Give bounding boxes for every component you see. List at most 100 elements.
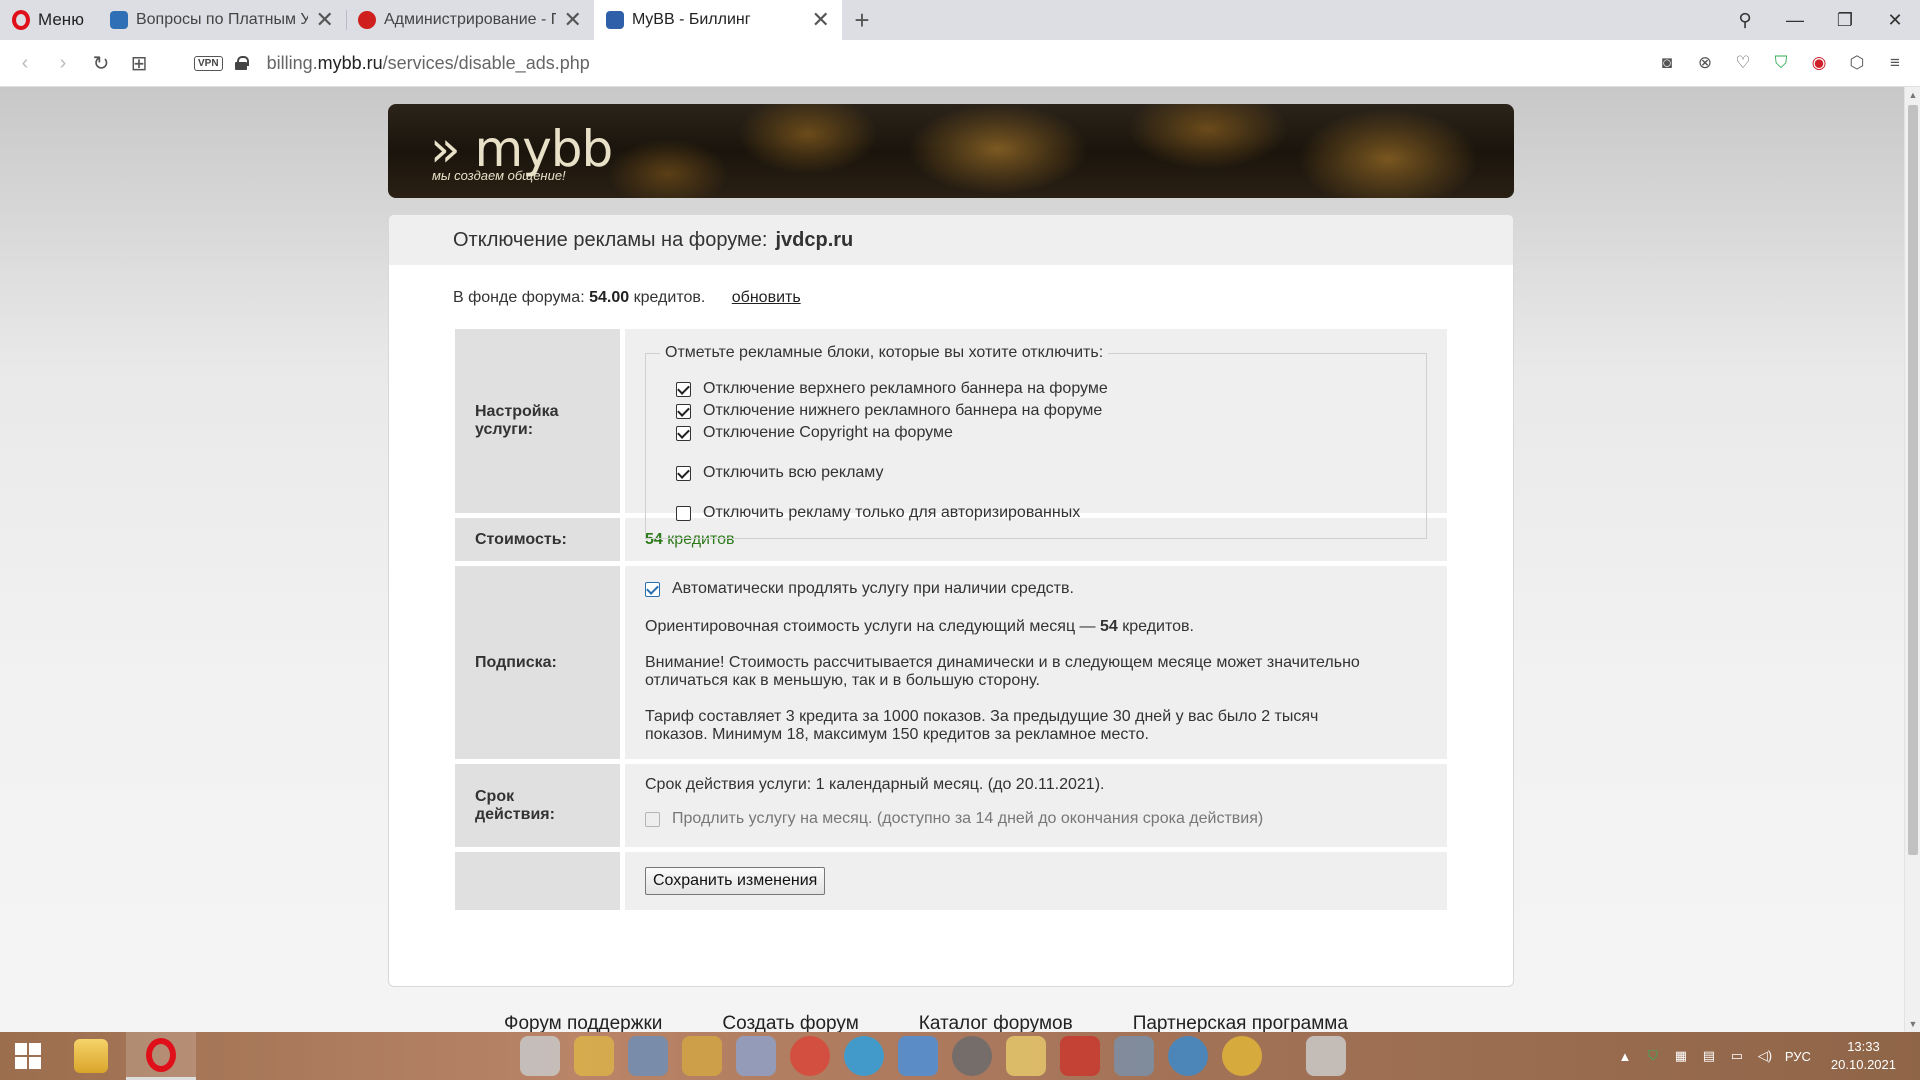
- fieldset-legend: Отметьте рекламные блоки, которые вы хот…: [660, 344, 1109, 362]
- window-close-icon[interactable]: ✕: [1870, 0, 1920, 40]
- banner-tagline: мы создаем общение!: [432, 168, 566, 183]
- search-tabs-icon[interactable]: ⚲: [1720, 0, 1770, 40]
- save-content: Сохранить изменения: [625, 852, 1447, 910]
- extension-icon[interactable]: ◉: [1808, 52, 1830, 74]
- checkbox[interactable]: [676, 403, 691, 419]
- tab-grid-icon[interactable]: ⊞: [120, 44, 158, 82]
- skype-icon[interactable]: [844, 1036, 884, 1076]
- option-disable-all[interactable]: Отключить всю рекламу: [676, 462, 1406, 484]
- dock-app-icon[interactable]: [1060, 1036, 1100, 1076]
- checkbox[interactable]: [676, 505, 691, 521]
- tab-mybb-billing[interactable]: MyBB - Биллинг ✕: [593, 0, 842, 40]
- term-label: Срок действия:: [455, 764, 620, 847]
- taskbar-app-opera[interactable]: [126, 1032, 196, 1080]
- shield-icon[interactable]: ⛉: [1770, 52, 1792, 74]
- checkbox[interactable]: [645, 811, 660, 827]
- tab-favicon-icon: [605, 11, 624, 29]
- new-tab-button[interactable]: +: [842, 0, 882, 40]
- option-copyright[interactable]: Отключение Copyright на форуме: [676, 422, 1406, 444]
- footer-link-partner[interactable]: Партнерская программа: [1133, 1013, 1348, 1032]
- opera-menu-button[interactable]: Меню: [0, 0, 98, 40]
- option-authorized-only[interactable]: Отключить рекламу только для авторизиров…: [676, 502, 1406, 524]
- settings-label: Настройка услуги:: [455, 329, 620, 513]
- footer-link-catalog[interactable]: Каталог форумов: [919, 1013, 1073, 1032]
- forum-name: jvdcp.ru: [775, 228, 854, 251]
- save-changes-button[interactable]: Сохранить изменения: [645, 867, 826, 895]
- option-bottom-banner[interactable]: Отключение нижнего рекламного баннера на…: [676, 400, 1406, 422]
- camera-icon[interactable]: ◙: [1656, 52, 1678, 74]
- tab-favicon-icon: [357, 11, 376, 29]
- url-field[interactable]: billing.mybb.ru/services/disable_ads.php: [267, 53, 590, 74]
- checkbox[interactable]: [676, 465, 691, 481]
- heart-icon[interactable]: ♡: [1732, 52, 1754, 74]
- cube-icon[interactable]: ⬡: [1846, 52, 1868, 74]
- clock[interactable]: 13:33 20.10.2021: [1831, 1038, 1896, 1074]
- tray-app-icon[interactable]: ▦: [1673, 1048, 1689, 1064]
- forward-icon[interactable]: ›: [44, 44, 82, 82]
- dock-app-icon[interactable]: [736, 1036, 776, 1076]
- tab-title: MyBB - Биллинг: [631, 11, 751, 28]
- minimize-icon[interactable]: —: [1770, 0, 1820, 40]
- scroll-down-icon[interactable]: ▼: [1905, 1016, 1920, 1032]
- tariff-text: Тариф составляет 3 кредита за 1000 показ…: [645, 708, 1319, 743]
- dock-app-icon[interactable]: [1168, 1036, 1208, 1076]
- speedometer-icon[interactable]: [952, 1036, 992, 1076]
- system-tray: ▲ ⛉ ▦ ▤ ▭ ◁) РУС 13:33 20.10.2021: [1617, 1038, 1920, 1074]
- vertical-scrollbar[interactable]: ▲ ▼: [1904, 87, 1920, 1032]
- tab-paid-services-questions[interactable]: Вопросы по Платным Усл ✕: [98, 0, 346, 40]
- save-row-label: [455, 852, 620, 910]
- back-icon[interactable]: ‹: [6, 44, 44, 82]
- ad-blocks-fieldset: Отметьте рекламные блоки, которые вы хот…: [645, 344, 1427, 539]
- footer-link-support[interactable]: Форум поддержки: [504, 1013, 662, 1032]
- reload-icon[interactable]: ↻: [82, 44, 120, 82]
- dock-app-icon[interactable]: [790, 1036, 830, 1076]
- language-indicator[interactable]: РУС: [1785, 1049, 1811, 1064]
- dock-app-icon[interactable]: [520, 1036, 560, 1076]
- row-subscription: Подписка: Автоматически продлять услугу …: [455, 566, 1447, 759]
- checkbox[interactable]: [676, 381, 691, 397]
- tab-administration[interactable]: Администрирование - Пл ✕: [345, 0, 594, 40]
- easy-setup-icon[interactable]: ≡: [1884, 52, 1906, 74]
- folder-icon[interactable]: [574, 1036, 614, 1076]
- lock-icon[interactable]: [234, 56, 249, 70]
- shield-icon[interactable]: ⛉: [1645, 1048, 1661, 1064]
- chevron-up-icon[interactable]: ▲: [1617, 1048, 1633, 1064]
- tray-app-icon[interactable]: ▤: [1701, 1048, 1717, 1064]
- auto-renew-option[interactable]: Автоматически продлять услугу при наличи…: [645, 578, 1427, 600]
- recycle-bin-icon[interactable]: [1306, 1036, 1346, 1076]
- close-icon[interactable]: ✕: [316, 9, 334, 31]
- dock-app-icon[interactable]: [1222, 1036, 1262, 1076]
- computer-icon[interactable]: [1114, 1036, 1154, 1076]
- browser-addressbar: ‹ › ↻ ⊞ VPN billing.mybb.ru/services/dis…: [0, 40, 1920, 87]
- term-text: Срок действия услуги: 1 календарный меся…: [645, 776, 1105, 793]
- mail-icon[interactable]: [1006, 1036, 1046, 1076]
- close-icon[interactable]: ✕: [564, 9, 582, 31]
- dock-app-icon[interactable]: [682, 1036, 722, 1076]
- mybb-banner[interactable]: » mybb мы создаем общение!: [388, 104, 1514, 198]
- network-icon[interactable]: ▭: [1729, 1048, 1745, 1064]
- refresh-link[interactable]: обновить: [732, 289, 801, 306]
- term-content: Срок действия услуги: 1 календарный меся…: [625, 764, 1447, 847]
- scroll-up-icon[interactable]: ▲: [1905, 87, 1920, 103]
- start-button[interactable]: [0, 1032, 56, 1080]
- taskbar-app-mail[interactable]: [56, 1032, 126, 1080]
- page-viewport: » mybb мы создаем общение! Отключение ре…: [0, 87, 1904, 1032]
- vpn-badge[interactable]: VPN: [194, 55, 223, 71]
- restore-icon[interactable]: ❐: [1820, 0, 1870, 40]
- video-call-icon[interactable]: [898, 1036, 938, 1076]
- option-top-banner[interactable]: Отключение верхнего рекламного баннера н…: [676, 378, 1406, 400]
- volume-icon[interactable]: ◁): [1757, 1048, 1773, 1064]
- extend-option[interactable]: Продлить услугу на месяц. (доступно за 1…: [645, 808, 1427, 830]
- checkbox[interactable]: [676, 425, 691, 441]
- close-icon[interactable]: ✕: [812, 9, 830, 31]
- fund-amount: 54.00: [589, 289, 630, 306]
- taskbar-dock: [520, 1036, 1346, 1076]
- adblock-icon[interactable]: ⊗: [1694, 52, 1716, 74]
- dock-app-icon[interactable]: [628, 1036, 668, 1076]
- footer-link-create-forum[interactable]: Создать форум: [722, 1013, 858, 1032]
- scroll-thumb[interactable]: [1908, 105, 1918, 855]
- windows-logo-icon: [15, 1043, 41, 1069]
- settings-content: Отметьте рекламные блоки, которые вы хот…: [625, 329, 1447, 539]
- forum-fund-line: В фонде форума: 54.00 кредитов. обновить: [453, 289, 801, 306]
- checkbox[interactable]: [645, 581, 660, 597]
